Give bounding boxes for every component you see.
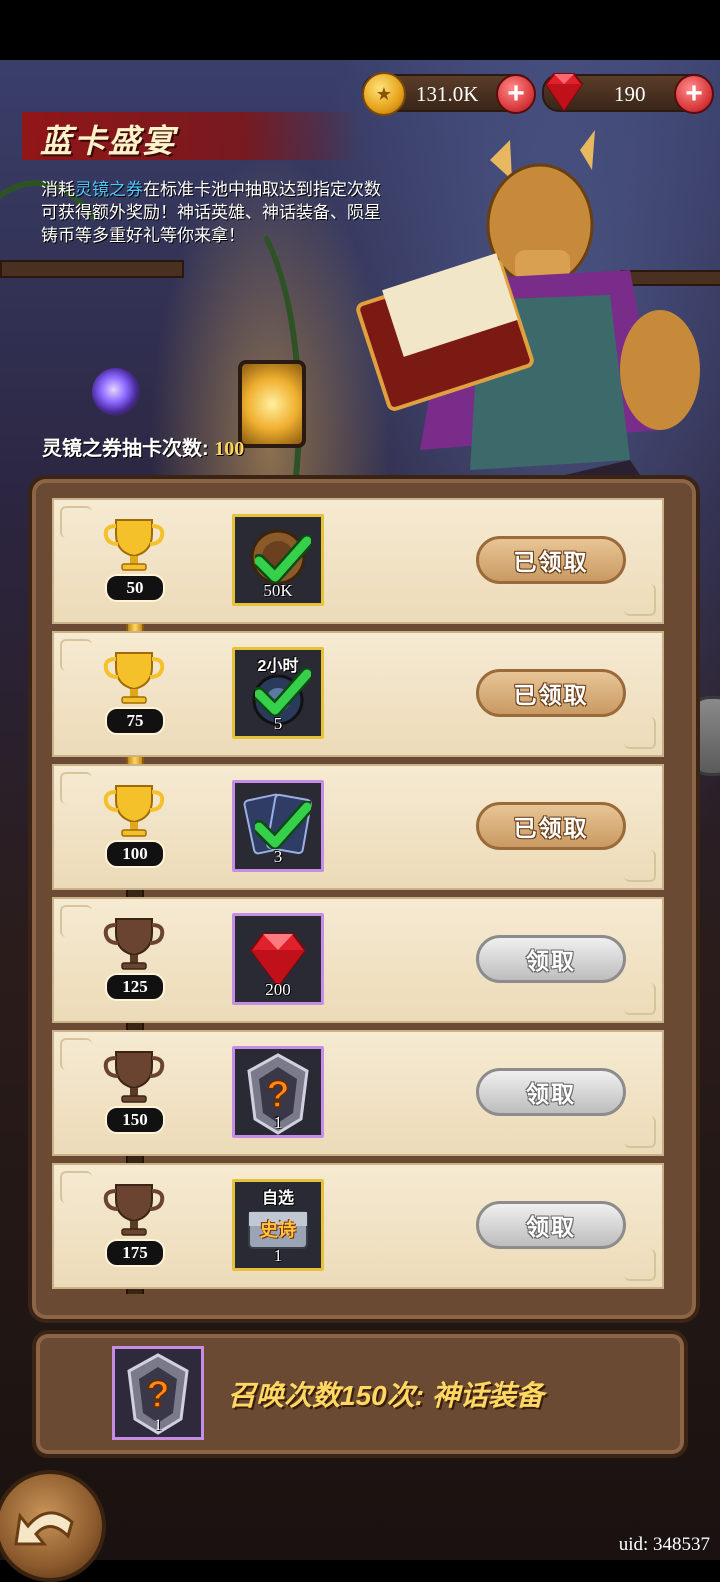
bronze-trophy-icon [103,918,165,970]
milestone-count: 100 [105,840,165,868]
add-gems-button[interactable]: + [674,74,714,114]
claimed-check-icon [255,801,311,849]
reward-quantity: 5 [273,714,283,733]
bronze-trophy-icon [103,1184,165,1236]
back-button[interactable] [0,1470,106,1582]
coin-amount: 131.0K [416,82,479,106]
gem-counter: 190 + [542,73,714,114]
reward-item[interactable]: 3 [232,780,324,872]
claimed-button[interactable]: 已领取 [476,802,626,850]
epic-badge: 史诗 [260,1220,296,1240]
summary-text: 召唤次数150次: 神话装备 [228,1380,544,1411]
milestone-reward-list: 50 50K 已领取 75 2小时 5 已领取 100 3 已领取 125 200 领取 150? 1 领取 1… [52,498,664,1294]
claim-button[interactable]: 领取 [476,1201,626,1249]
svg-text:?: ? [146,1374,169,1416]
gold-trophy-icon [103,785,165,837]
plus-icon: + [685,77,703,110]
milestone-count: 175 [105,1239,165,1267]
resource-bar: ★ 131.0K + 190 + [362,70,714,116]
reward-item[interactable]: 50K [232,514,324,606]
reward-quantity: 1 [273,1246,283,1265]
milestone-count: 75 [105,707,165,735]
plus-icon: + [507,77,525,110]
gold-trophy-icon [103,519,165,571]
svg-text:?: ? [266,1074,289,1116]
claim-button[interactable]: 领取 [476,1068,626,1116]
draw-count: 灵镜之券抽卡次数: 100 [42,432,244,461]
claimed-check-icon [255,535,311,583]
desc-prefix: 消耗 [41,180,75,199]
bronze-trophy-icon [103,1051,165,1103]
add-coins-button[interactable]: + [496,74,536,114]
event-title: 蓝卡盛宴 [40,123,177,159]
summary-reward-item[interactable]: ? 1 [112,1346,204,1440]
reward-quantity: 200 [265,980,291,999]
reward-quantity: 3 [273,847,283,866]
claim-button[interactable]: 领取 [476,935,626,983]
reward-quantity: 50K [263,581,293,600]
reward-item[interactable]: 史诗 自选 1 [232,1179,324,1271]
reward-item[interactable]: 2小时 5 [232,647,324,739]
milestone-count: 125 [105,973,165,1001]
claimed-button[interactable]: 已领取 [476,536,626,584]
draw-count-value: 100 [214,438,245,460]
user-id: uid: 348537 [618,1534,710,1555]
reward-quantity: 1 [273,1113,283,1132]
reward-top-label: 自选 [261,1190,294,1207]
dragon-hero-illustration [356,130,700,490]
back-arrow-icon [14,1511,74,1546]
coin-counter: ★ 131.0K + [362,72,536,116]
ticket-name: 灵镜之券 [75,180,143,199]
gold-coin-icon: ★ [362,72,406,116]
gold-trophy-icon [103,652,165,704]
draw-count-label: 灵镜之券抽卡次数: [42,438,209,460]
milestone-count: 50 [105,574,165,602]
lantern [238,360,306,448]
reward-top-label: 2小时 [257,658,299,675]
ruby-gem-icon [544,73,584,112]
reward-item[interactable]: ? 1 [232,1046,324,1138]
reward-item[interactable]: 200 [232,913,324,1005]
summary-reward-qty: 1 [154,1417,162,1434]
claimed-button[interactable]: 已领取 [476,669,626,717]
gem-amount: 190 [614,82,646,106]
milestone-count: 150 [105,1106,165,1134]
mirror-ticket-icon [92,368,140,416]
